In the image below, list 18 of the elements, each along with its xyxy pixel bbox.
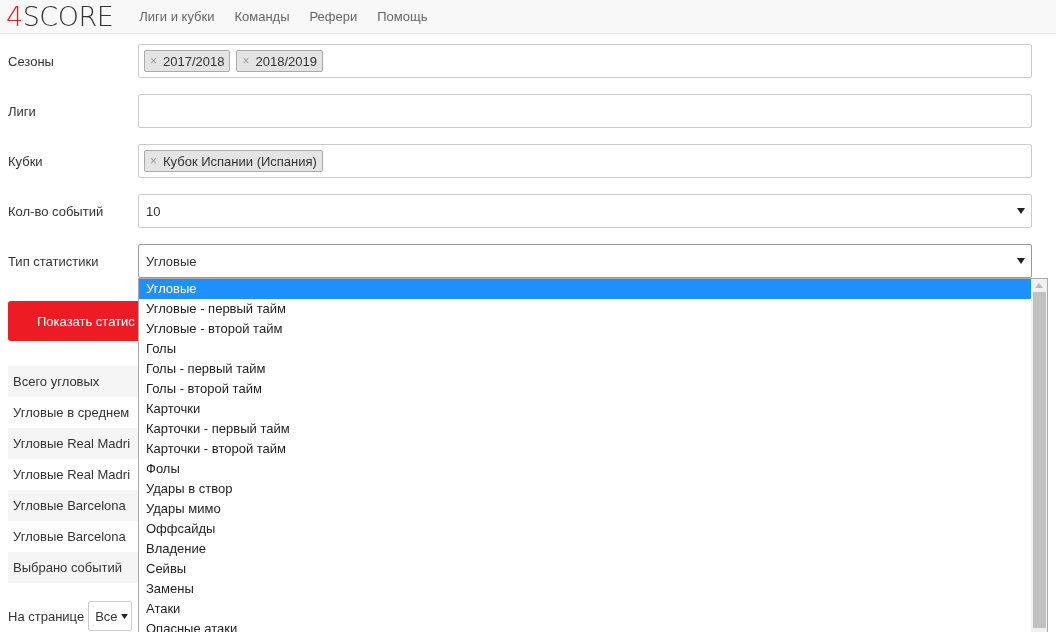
select-value: Угловые bbox=[146, 253, 197, 269]
stat-label: Угловые Real Madri bbox=[13, 436, 131, 451]
field-label: Кубки bbox=[8, 153, 44, 169]
field-label: Кол-во событий bbox=[8, 203, 105, 219]
tag-label: Кубок Испании (Испания) bbox=[163, 153, 317, 169]
stat-label: Угловые Barcelona bbox=[13, 529, 126, 544]
stat-label: Угловые Barcelona bbox=[13, 498, 126, 513]
field-label: Лиги bbox=[8, 103, 37, 119]
stat-label: Всего угловых bbox=[13, 374, 100, 389]
per-page-label: На странице bbox=[8, 608, 85, 624]
stat-label: Угловые Real Madri bbox=[13, 467, 131, 482]
stat-label: Выбрано событий bbox=[13, 560, 123, 575]
tag-label: 2018/2019 bbox=[255, 53, 317, 69]
tag-label: 2017/2018 bbox=[163, 53, 225, 69]
field-label: Сезоны bbox=[8, 53, 55, 69]
field-label: Тип статистики bbox=[8, 253, 100, 269]
stat-label: Угловые в среднем bbox=[13, 405, 130, 420]
select-value: 10 bbox=[146, 203, 161, 219]
